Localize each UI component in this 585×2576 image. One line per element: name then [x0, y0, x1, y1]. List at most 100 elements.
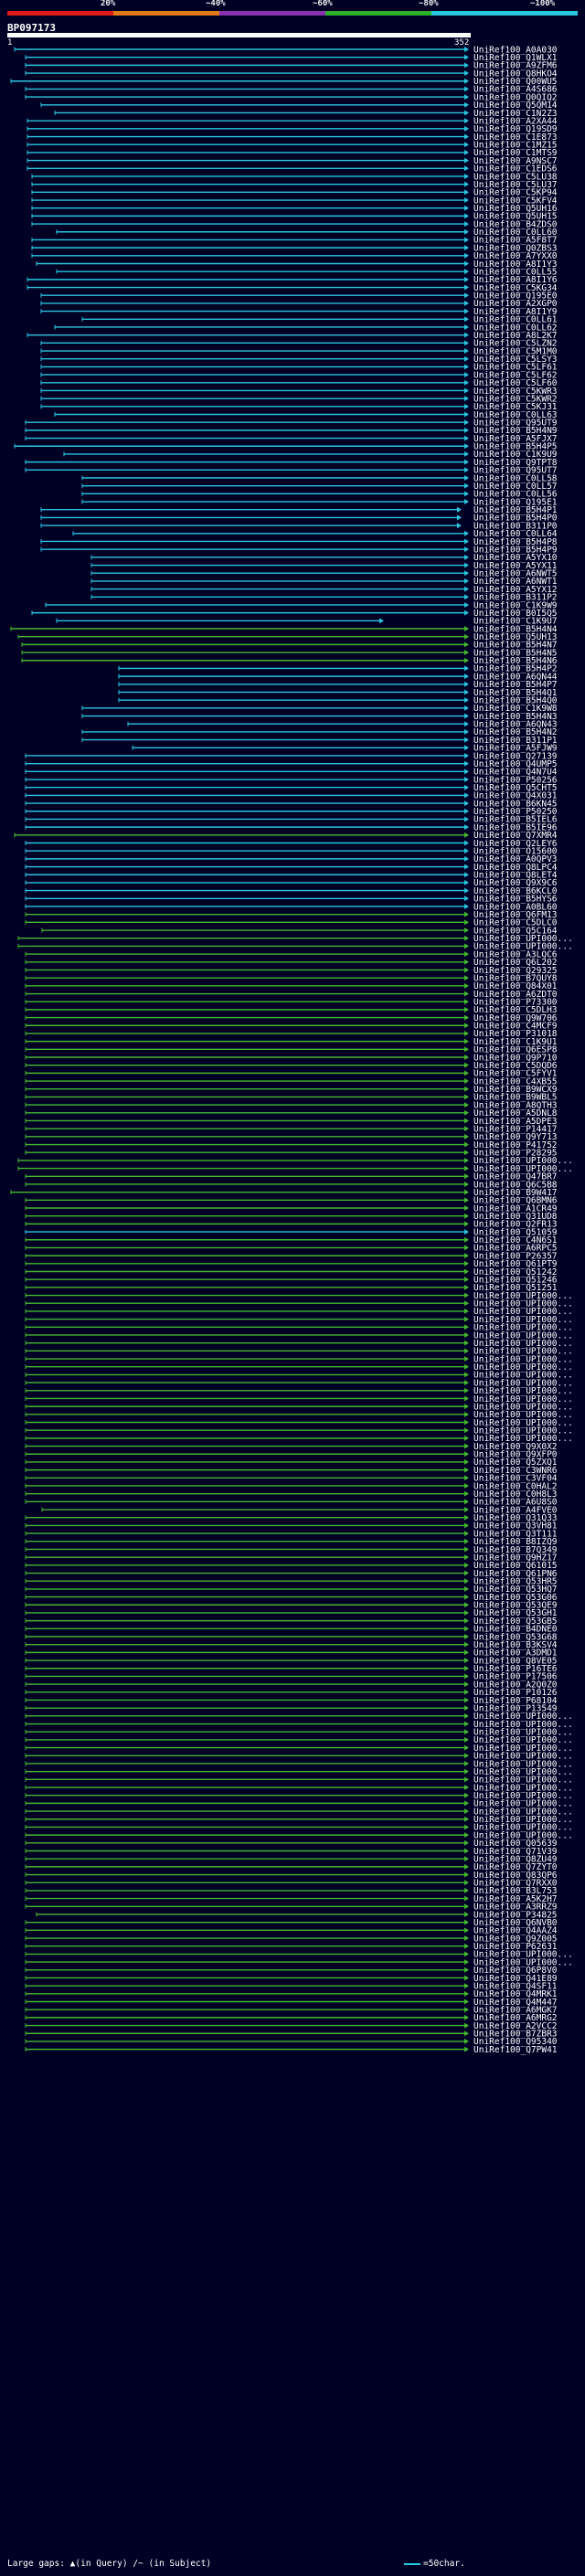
- hit-arrow-icon: [464, 800, 469, 807]
- hit-arrow-icon: [464, 1118, 469, 1124]
- hit-arrow-icon: [464, 47, 469, 52]
- hit-arrow-icon: [464, 2022, 469, 2029]
- hit-arrow-icon: [464, 737, 469, 743]
- hit-arrow-icon: [464, 1776, 469, 1783]
- hit-arrow-icon: [464, 1316, 469, 1322]
- hit-arrow-icon: [464, 94, 469, 101]
- hit-arrow-icon: [464, 840, 469, 846]
- hit-arrow-icon: [464, 78, 469, 84]
- hit-arrow-icon: [464, 1173, 469, 1180]
- hit-arrow-icon: [464, 228, 469, 235]
- hit-arrow-icon: [464, 308, 469, 314]
- hit-arrow-icon: [464, 1284, 469, 1290]
- hit-arrow-icon: [464, 491, 469, 497]
- hit-arrow-icon: [464, 665, 469, 672]
- hit-arrow-icon: [464, 1482, 469, 1489]
- hit-arrow-icon: [464, 1824, 469, 1830]
- hit-arrow-icon: [464, 1895, 469, 1902]
- hit-arrow-icon: [464, 364, 469, 370]
- hit-arrow-icon: [457, 523, 462, 529]
- hit-arrow-icon: [464, 1856, 469, 1862]
- hit-arrow-icon: [464, 1006, 469, 1012]
- hit-arrow-icon: [464, 1943, 469, 1949]
- hit-arrow-icon: [464, 1229, 469, 1235]
- hit-arrow-icon: [464, 1546, 469, 1553]
- hit-arrow-icon: [464, 348, 469, 355]
- hit-arrow-icon: [464, 1133, 469, 1140]
- hit-arrow-icon: [464, 1712, 469, 1719]
- hit-arrow-icon: [464, 1070, 469, 1076]
- hit-arrow-icon: [464, 1966, 469, 1973]
- hit-arrow-icon: [464, 1990, 469, 1997]
- hit-row[interactable]: UniRef100_Q7PW41: [25, 2045, 558, 2055]
- hit-arrow-icon: [464, 1490, 469, 1497]
- hit-arrow-icon: [464, 792, 469, 799]
- hit-arrow-icon: [464, 999, 469, 1005]
- hit-arrow-icon: [464, 1372, 469, 1378]
- hit-arrow-icon: [464, 1260, 469, 1267]
- hit-arrow-icon: [464, 2007, 469, 2013]
- hit-arrow-icon: [464, 323, 469, 330]
- hit-arrow-icon: [464, 1602, 469, 1608]
- hit-arrow-icon: [464, 681, 469, 687]
- hit-arrow-icon: [464, 975, 469, 981]
- hit-arrow-icon: [464, 173, 469, 179]
- hit-arrow-icon: [457, 514, 462, 521]
- hit-arrow-icon: [464, 777, 469, 783]
- hit-arrow-icon: [464, 1911, 469, 1917]
- hit-arrow-icon: [464, 959, 469, 965]
- hit-arrow-icon: [464, 197, 469, 204]
- hit-arrow-icon: [464, 1165, 469, 1171]
- hit-arrow-icon: [464, 1959, 469, 1966]
- hit-arrow-icon: [464, 1903, 469, 1910]
- hit-arrow-icon: [464, 1380, 469, 1386]
- hit-arrow-icon: [464, 824, 469, 831]
- hit-arrow-icon: [464, 1205, 469, 1212]
- hit-arrow-icon: [464, 1585, 469, 1592]
- hit-arrow-icon: [464, 300, 469, 306]
- hit-arrow-icon: [464, 1617, 469, 1624]
- hit-arrow-icon: [464, 1792, 469, 1798]
- hit-arrow-icon: [464, 1800, 469, 1807]
- hit-arrow-icon: [464, 1839, 469, 1846]
- hit-label[interactable]: UniRef100_Q7PW41: [473, 2045, 558, 2055]
- hit-arrow-icon: [464, 896, 469, 902]
- hit-arrow-icon: [464, 769, 469, 775]
- hit-arrow-icon: [464, 1300, 469, 1307]
- hit-arrow-icon: [464, 1578, 469, 1585]
- hit-arrow-icon: [464, 1951, 469, 1957]
- hit-arrow-icon: [464, 133, 469, 140]
- hit-arrow-icon: [464, 1189, 469, 1195]
- hit-arrow-icon: [464, 1126, 469, 1132]
- hit-arrow-icon: [464, 70, 469, 77]
- hit-arrow-icon: [464, 1721, 469, 1727]
- hit-arrow-icon: [464, 245, 469, 251]
- hit-arrow-icon: [464, 435, 469, 441]
- hit-arrow-icon: [464, 951, 469, 958]
- hit-arrow-icon: [464, 142, 469, 148]
- hit-arrow-icon: [464, 459, 469, 465]
- hit-arrow-icon: [464, 1324, 469, 1330]
- hit-arrow-icon: [464, 474, 469, 481]
- hit-arrow-icon: [464, 1848, 469, 1854]
- hit-arrow-icon: [464, 157, 469, 164]
- hit-arrow-icon: [464, 1443, 469, 1449]
- hit-arrow-icon: [464, 443, 469, 450]
- hit-arrow-icon: [464, 1363, 469, 1370]
- hit-arrow-icon: [464, 855, 469, 862]
- hit-arrow-icon: [464, 1197, 469, 1203]
- hit-arrow-icon: [464, 110, 469, 116]
- hit-arrow-icon: [464, 396, 469, 402]
- hit-arrow-icon: [464, 887, 469, 894]
- hit-arrow-icon: [464, 260, 469, 267]
- hit-arrow-icon: [464, 1649, 469, 1656]
- hit-arrow-icon: [464, 1673, 469, 1680]
- scale-legend: =50char.: [404, 2559, 465, 2569]
- hit-arrow-icon: [464, 1935, 469, 1942]
- hit-arrow-icon: [464, 165, 469, 172]
- hit-arrow-icon: [464, 1054, 469, 1060]
- hit-arrow-icon: [464, 86, 469, 92]
- hit-arrow-icon: [464, 1887, 469, 1893]
- hit-arrow-icon: [464, 221, 469, 228]
- hit-arrow-icon: [464, 967, 469, 973]
